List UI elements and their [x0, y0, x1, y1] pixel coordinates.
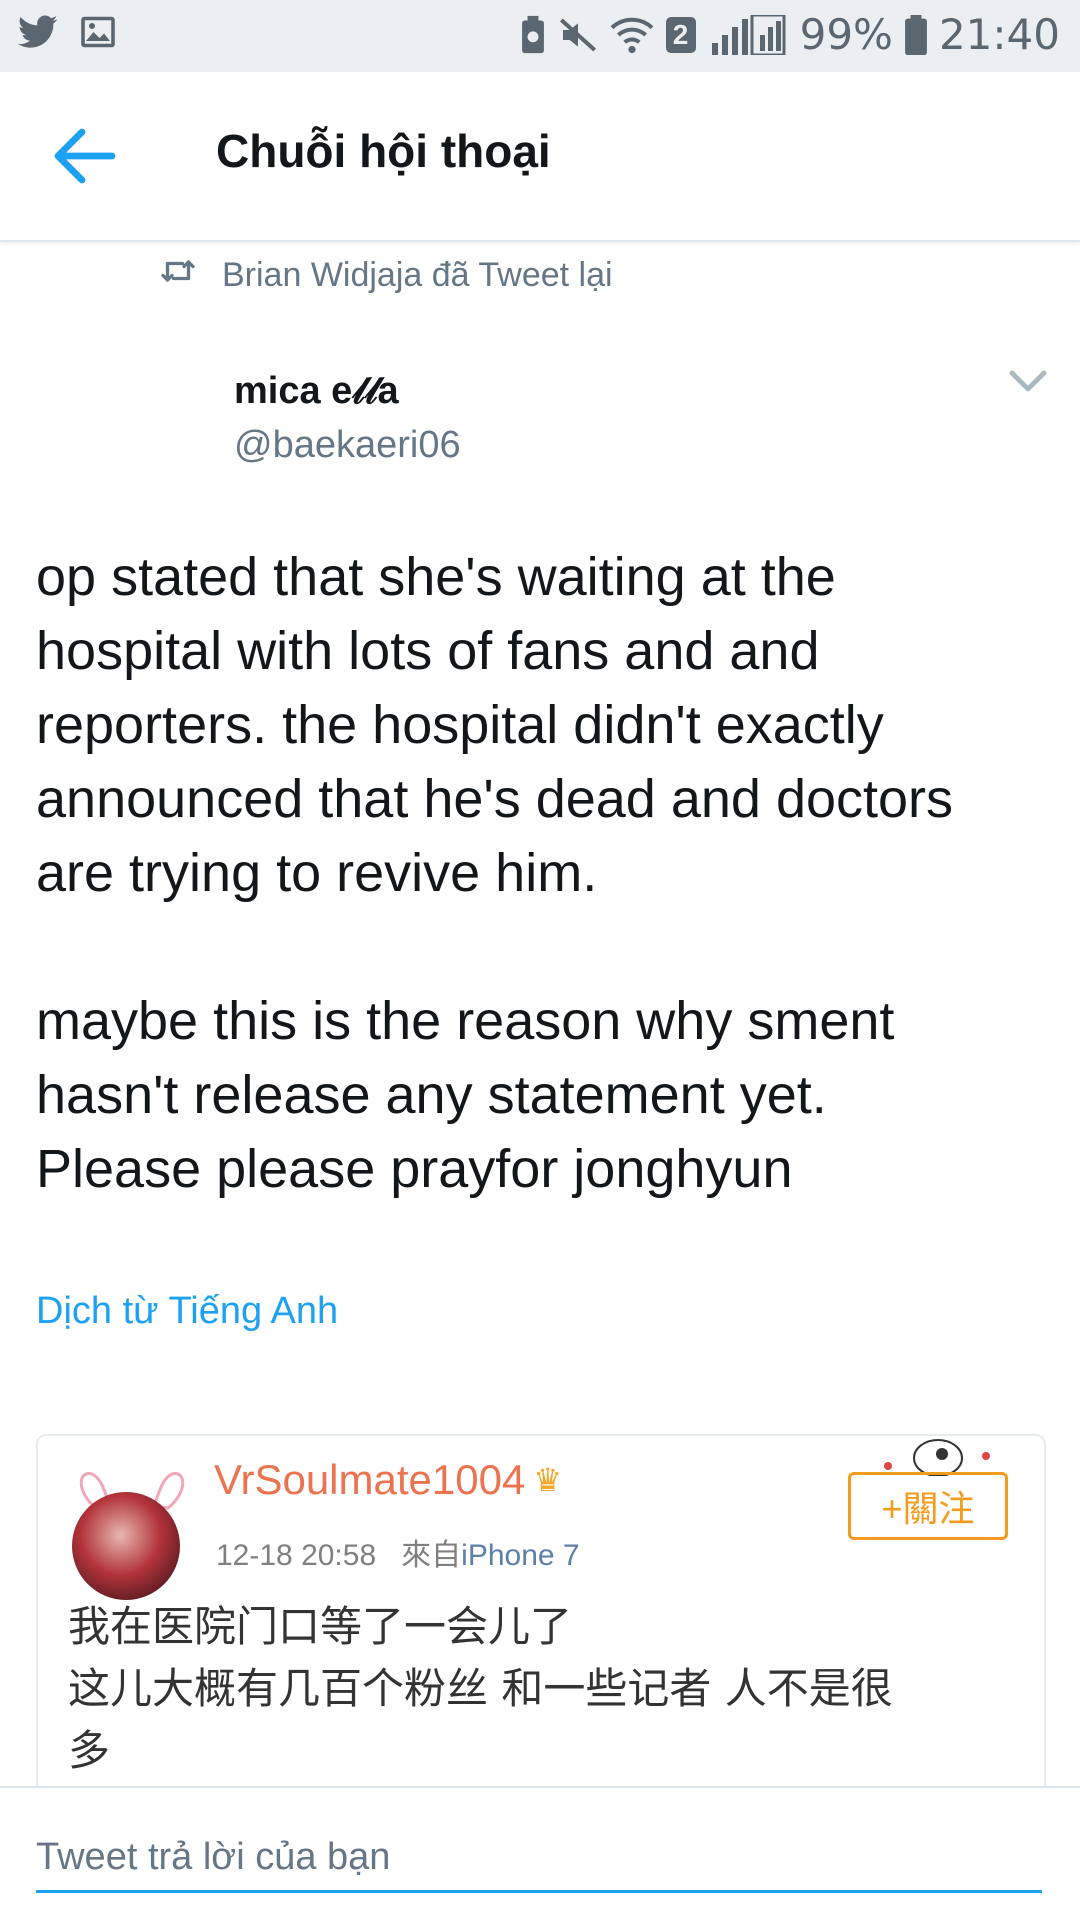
wifi-icon	[610, 15, 654, 55]
weibo-source: iPhone 7	[461, 1539, 580, 1572]
battery-icon	[905, 14, 927, 55]
mute-icon	[558, 15, 598, 55]
retweet-label: Brian Widjaja đã Tweet lại	[222, 256, 613, 294]
status-bar: 2 99% 21:40	[0, 0, 1080, 72]
weibo-post-text: 我在医院门口等了一会儿了 这儿大概有几百个粉丝 和一些记者 人不是很 多	[68, 1602, 893, 1775]
tweet-menu-button[interactable]	[1008, 366, 1048, 396]
clock: 21:40	[938, 10, 1060, 59]
author-handle[interactable]: @baekaeri06	[234, 424, 461, 467]
weibo-username: VrSoulmate1004 ♛	[214, 1456, 562, 1504]
image-icon	[80, 14, 116, 50]
reply-input[interactable]	[36, 1824, 1042, 1893]
tweet-text: op stated that she's waiting at the hosp…	[36, 547, 954, 1199]
back-button[interactable]	[52, 126, 116, 186]
author-name[interactable]: mica e𝓁𝓁a	[234, 370, 399, 413]
back-arrow-icon	[54, 128, 116, 184]
battery-saver-icon	[520, 15, 546, 55]
twitter-icon	[18, 14, 58, 50]
follow-button: +關注	[848, 1472, 1008, 1540]
embedded-image-card[interactable]: VrSoulmate1004 ♛ 12-18 20:58 來自iPhone 7 …	[36, 1434, 1046, 1796]
reply-bar	[0, 1786, 1080, 1922]
retweet-indicator[interactable]: Brian Widjaja đã Tweet lại	[160, 256, 613, 295]
sticker-icon	[884, 1439, 990, 1476]
battery-percent: 99%	[799, 10, 893, 59]
weibo-username-text: VrSoulmate1004	[214, 1456, 526, 1503]
weibo-timestamp: 12-18 20:58	[216, 1539, 377, 1572]
translate-link[interactable]: Dịch từ Tiếng Anh	[36, 1290, 338, 1333]
crown-icon: ♛	[533, 1462, 562, 1498]
retweet-icon	[160, 256, 196, 295]
network-badge: 2	[665, 16, 696, 53]
chevron-down-icon	[1009, 370, 1047, 392]
page-title: Chuỗi hội thoại	[216, 125, 551, 177]
weibo-meta: 12-18 20:58 來自iPhone 7	[216, 1530, 580, 1574]
weibo-source-prefix: 來自	[401, 1539, 462, 1572]
avatar	[66, 1462, 198, 1600]
app-bar: Chuỗi hội thoại	[0, 72, 1080, 242]
signal-icon	[708, 14, 788, 55]
